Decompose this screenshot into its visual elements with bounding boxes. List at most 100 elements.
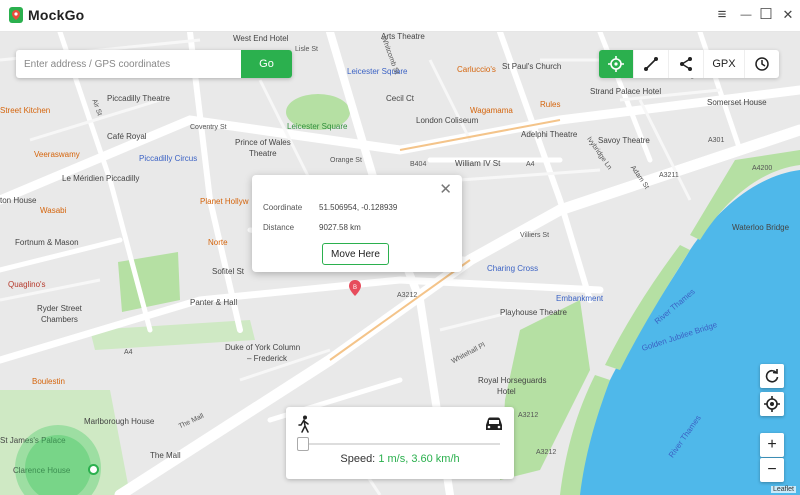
locate-icon [764, 396, 780, 412]
map-label: Theatre [249, 149, 277, 158]
map-label: Charing Cross [487, 264, 539, 273]
menu-icon[interactable]: ≡ [711, 3, 733, 27]
move-here-button[interactable]: Move Here [322, 243, 389, 265]
speed-slider-track[interactable] [300, 443, 500, 445]
map-label: St Paul's Church [502, 62, 562, 71]
close-button[interactable]: ✕ [777, 3, 799, 27]
map-label: Piccadilly Theatre [107, 94, 170, 103]
speed-panel: Speed: 1 m/s, 3.60 km/h [286, 407, 514, 479]
zoom-out-button[interactable]: − [760, 458, 784, 482]
locate-button[interactable] [760, 392, 784, 416]
map-label: Ryder Street [37, 304, 82, 313]
mode-toolbar: GPX [599, 50, 779, 78]
coordinate-value: 51.506954, -0.128939 [319, 203, 398, 212]
map-label: Norte [208, 238, 228, 247]
map-label: Planet Hollyw [200, 197, 249, 206]
location-popup: ✕ Coordinate 51.506954, -0.128939 Distan… [252, 175, 462, 272]
map-label: Embankment [556, 294, 604, 303]
map-label: – Frederick [247, 354, 288, 363]
map-label: Villiers St [520, 232, 550, 239]
map-label: The Mall [150, 451, 181, 460]
map-label: A301 [708, 137, 725, 144]
map-label: A4 [124, 349, 133, 356]
svg-text:B: B [353, 285, 357, 291]
minimize-button[interactable]: — [735, 3, 757, 27]
map-label: Boulestin [32, 377, 65, 386]
map-label: A4200 [752, 165, 773, 172]
map-label: Piccadilly Circus [139, 154, 198, 163]
map-label: Playhouse Theatre [500, 308, 568, 317]
map-label: Royal Horseguards [478, 376, 547, 385]
gpx-button[interactable]: GPX [703, 50, 744, 78]
search-input[interactable] [16, 50, 248, 78]
map-label: Fortnum & Mason [15, 238, 79, 247]
history-icon [755, 57, 769, 71]
map-label: Rules [540, 100, 561, 109]
crosshair-icon [608, 56, 624, 72]
map-label: Leicester Square [287, 122, 348, 131]
map-label: Sofitel St [212, 267, 245, 276]
map-label: London Coliseum [416, 116, 479, 125]
map-label: Strand Palace Hotel [590, 87, 662, 96]
map-label: Chambers [41, 315, 78, 324]
walking-icon[interactable] [296, 415, 312, 433]
distance-label: Distance [263, 223, 295, 232]
app-logo-icon [9, 7, 23, 23]
map-label: Prince of Wales [235, 138, 291, 147]
joystick-inner [25, 435, 91, 495]
map-label: Cecil Ct [386, 94, 415, 103]
map-label: B404 [410, 161, 427, 168]
close-icon[interactable]: ✕ [439, 180, 452, 198]
speed-readout: Speed: 1 m/s, 3.60 km/h [286, 453, 514, 465]
speed-label: Speed: [340, 453, 376, 465]
map-label: Carluccio's [457, 65, 496, 74]
map-label: Duke of York Column [225, 343, 301, 352]
map-label: Wasabi [40, 206, 67, 215]
refresh-icon [765, 369, 779, 383]
map-label: Lisle St [295, 46, 318, 53]
map-label: A3212 [518, 412, 539, 419]
map-label: Orange St [330, 157, 362, 164]
search-bar: Go [16, 50, 292, 78]
map-label: Quaglino's [8, 280, 46, 289]
map-label: Savoy Theatre [598, 136, 650, 145]
map-label: Panter & Hall [190, 298, 238, 307]
speed-value: 1 m/s, 3.60 km/h [378, 453, 460, 465]
map-label: West End Hotel [233, 34, 289, 43]
map-label: Somerset House [707, 98, 767, 107]
go-button[interactable]: Go [241, 50, 292, 78]
map-label: ton House [0, 196, 37, 205]
two-spot-mode-button[interactable] [633, 50, 668, 78]
map-label: William IV St [455, 159, 501, 168]
map-label: Wagamama [470, 106, 513, 115]
reset-button[interactable] [760, 364, 784, 388]
distance-value: 9027.58 km [319, 223, 361, 232]
zoom-in-button[interactable]: + [760, 433, 784, 457]
teleport-mode-button[interactable] [599, 50, 633, 78]
title-bar: MockGo ≡ — ☐ ✕ [0, 0, 800, 32]
app-title: MockGo [28, 7, 85, 23]
share-button[interactable] [668, 50, 703, 78]
share-icon [680, 57, 692, 71]
map-label: Hotel [497, 387, 516, 396]
history-button[interactable] [744, 50, 779, 78]
coordinate-label: Coordinate [263, 203, 303, 212]
map-label: Marlborough House [84, 417, 155, 426]
map-label: A4 [526, 161, 535, 168]
map-label: Le Méridien Piccadilly [62, 174, 140, 183]
map-label: Street Kitchen [0, 106, 51, 115]
map-label: A3212 [397, 292, 418, 299]
map-label: Coventry St [190, 124, 227, 131]
map-label: A3211 [659, 172, 679, 179]
map-label: Adelphi Theatre [521, 130, 578, 139]
route-icon [644, 57, 658, 71]
car-icon[interactable] [484, 416, 504, 432]
map-label: A3212 [536, 449, 557, 456]
map-label: Veeraswamy [34, 150, 80, 159]
speed-slider-handle[interactable] [297, 437, 309, 451]
attribution-link[interactable]: Leaflet [770, 486, 796, 493]
joystick-handle[interactable] [88, 464, 99, 475]
maximize-button[interactable]: ☐ [755, 3, 777, 27]
map-label: Waterloo Bridge [732, 223, 790, 232]
map-label: Café Royal [107, 132, 147, 141]
